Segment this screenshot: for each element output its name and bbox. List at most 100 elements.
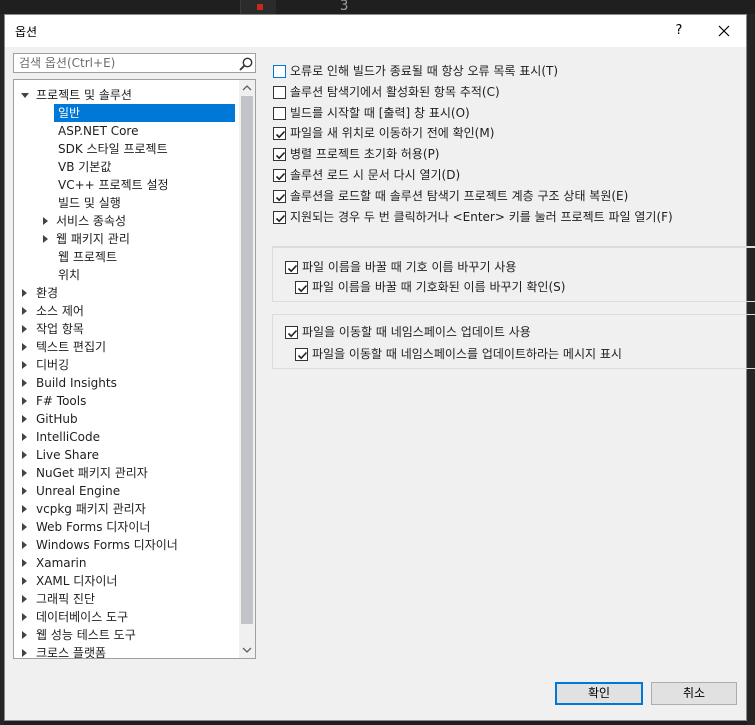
tree-item-label: 웹 성능 테스트 도구 — [36, 628, 136, 642]
tree-item[interactable]: XAML 디자이너 — [14, 572, 239, 590]
option-checkbox[interactable] — [273, 85, 286, 99]
option-checkbox[interactable] — [273, 127, 286, 141]
checkmark-icon — [297, 284, 308, 293]
tree-item[interactable]: 프로젝트 및 솔루션 — [14, 86, 239, 104]
option-label: 지원되는 경우 두 번 클릭하거나 <Enter> 키를 눌러 프로젝트 파일 … — [290, 209, 673, 224]
tree-item[interactable]: vcpkg 패키지 관리자 — [14, 500, 239, 518]
rename-confirm-checkbox[interactable] — [295, 281, 308, 294]
collapsed-arrow-icon[interactable] — [22, 469, 27, 477]
tree-item[interactable]: SDK 스타일 프로젝트 — [14, 140, 239, 158]
collapsed-arrow-icon[interactable] — [22, 433, 27, 441]
tree-item[interactable]: 일반 — [54, 104, 235, 122]
tree-item[interactable]: 환경 — [14, 284, 239, 302]
tree-item-label: 위치 — [58, 268, 81, 282]
dialog-titlebar: 옵션 ? — [5, 15, 746, 47]
collapsed-arrow-icon[interactable] — [22, 595, 27, 603]
tree-item[interactable]: 소스 제어 — [14, 302, 239, 320]
tree-item[interactable]: 웹 성능 테스트 도구 — [14, 626, 239, 644]
tree-item[interactable]: GitHub — [14, 410, 239, 428]
checkmark-icon — [275, 172, 286, 181]
ok-button[interactable]: 확인 — [555, 682, 643, 705]
collapsed-arrow-icon[interactable] — [22, 307, 27, 315]
tree-item[interactable]: 웹 프로젝트 — [14, 248, 239, 266]
cancel-button[interactable]: 취소 — [651, 682, 737, 705]
collapsed-arrow-icon[interactable] — [22, 559, 27, 567]
scroll-down-icon[interactable] — [239, 642, 255, 658]
help-button[interactable]: ? — [667, 19, 691, 43]
collapsed-arrow-icon[interactable] — [22, 343, 27, 351]
tree-item[interactable]: 작업 항목 — [14, 320, 239, 338]
tree-item[interactable]: Web Forms 디자이너 — [14, 518, 239, 536]
tree-item-label: 웹 프로젝트 — [58, 250, 118, 264]
collapsed-arrow-icon[interactable] — [22, 289, 27, 297]
tree-item[interactable]: 그래픽 진단 — [14, 590, 239, 608]
rename-symbol-checkbox[interactable] — [285, 261, 298, 274]
tree-item[interactable]: 크로스 플랫폼 — [14, 644, 239, 658]
tree-item-label: 소스 제어 — [36, 304, 84, 318]
tree-item[interactable]: 데이터베이스 도구 — [14, 608, 239, 626]
collapsed-arrow-icon[interactable] — [22, 541, 27, 549]
tree-item[interactable]: 빌드 및 실행 — [14, 194, 239, 212]
collapsed-arrow-icon[interactable] — [22, 451, 27, 459]
tree-item[interactable]: Windows Forms 디자이너 — [14, 536, 239, 554]
tree-item[interactable]: F# Tools — [14, 392, 239, 410]
namespace-prompt-checkbox[interactable] — [295, 348, 308, 361]
collapsed-arrow-icon[interactable] — [22, 577, 27, 585]
collapsed-arrow-icon[interactable] — [22, 325, 27, 333]
collapsed-arrow-icon[interactable] — [22, 415, 27, 423]
tree-item[interactable]: 웹 패키지 관리 — [14, 230, 239, 248]
tree-item-label: vcpkg 패키지 관리자 — [36, 502, 146, 516]
option-checkbox[interactable] — [273, 210, 286, 224]
tree-item[interactable]: VB 기본값 — [14, 158, 239, 176]
option-checkbox[interactable] — [273, 65, 286, 78]
collapsed-arrow-icon[interactable] — [22, 649, 27, 657]
breakpoint-indicator — [257, 4, 263, 10]
collapsed-arrow-icon[interactable] — [22, 631, 27, 639]
scroll-thumb[interactable] — [241, 96, 253, 624]
scroll-up-icon[interactable] — [239, 80, 255, 96]
tree-item[interactable]: 서비스 종속성 — [14, 212, 239, 230]
tree-item-label: 일반 — [58, 106, 81, 120]
tree-item[interactable]: ASP.NET Core — [14, 122, 239, 140]
option-checkbox[interactable] — [273, 106, 286, 120]
tree-item[interactable]: Build Insights — [14, 374, 239, 392]
collapsed-arrow-icon[interactable] — [22, 613, 27, 621]
tree-item[interactable]: 디버깅 — [14, 356, 239, 374]
search-input[interactable] — [14, 54, 234, 72]
tree-item[interactable]: VC++ 프로젝트 설정 — [14, 176, 239, 194]
close-icon — [718, 25, 730, 37]
tree-item[interactable]: Live Share — [14, 446, 239, 464]
tree-item[interactable]: IntelliCode — [14, 428, 239, 446]
tree-item[interactable]: Xamarin — [14, 554, 239, 572]
collapsed-arrow-icon[interactable] — [22, 361, 27, 369]
collapsed-arrow-icon[interactable] — [22, 505, 27, 513]
options-search-box — [13, 53, 256, 73]
tree-item[interactable]: NuGet 패키지 관리자 — [14, 464, 239, 482]
tree-item[interactable]: 위치 — [14, 266, 239, 284]
option-checkbox[interactable] — [273, 189, 286, 203]
option-checkbox[interactable] — [273, 148, 286, 162]
collapsed-arrow-icon[interactable] — [43, 235, 48, 243]
checkmark-icon — [287, 264, 298, 273]
tree-scrollbar[interactable] — [239, 80, 255, 658]
tree-item[interactable]: 텍스트 편집기 — [14, 338, 239, 356]
collapsed-arrow-icon[interactable] — [43, 217, 48, 225]
collapsed-arrow-icon[interactable] — [22, 487, 27, 495]
search-icon[interactable] — [238, 56, 254, 72]
option-label: 빌드를 시작할 때 [출력] 창 표시(O) — [290, 105, 470, 120]
namespace-update-checkbox[interactable] — [285, 326, 298, 339]
options-tree[interactable]: 크로스 플랫폼 웹 성능 테스트 도구 데이터베이스 도구 그래픽 진단 XAML 디자… — [13, 79, 256, 659]
collapsed-arrow-icon[interactable] — [22, 397, 27, 405]
tree-item-label: 텍스트 편집기 — [36, 340, 107, 354]
close-button[interactable] — [710, 19, 738, 43]
tree-item[interactable]: Unreal Engine — [14, 482, 239, 500]
expanded-arrow-icon[interactable] — [21, 93, 29, 98]
tree-item-label: VC++ 프로젝트 설정 — [58, 178, 169, 192]
tree-item-label: Windows Forms 디자이너 — [36, 538, 178, 552]
option-checkbox[interactable] — [273, 169, 286, 182]
collapsed-arrow-icon[interactable] — [22, 379, 27, 387]
collapsed-arrow-icon[interactable] — [22, 523, 27, 531]
tree-item-label: F# Tools — [36, 394, 87, 408]
namespace-update-label: 파일을 이동할 때 네임스페이스 업데이트 사용 — [302, 325, 531, 339]
tree-item-label: 작업 항목 — [36, 322, 84, 336]
